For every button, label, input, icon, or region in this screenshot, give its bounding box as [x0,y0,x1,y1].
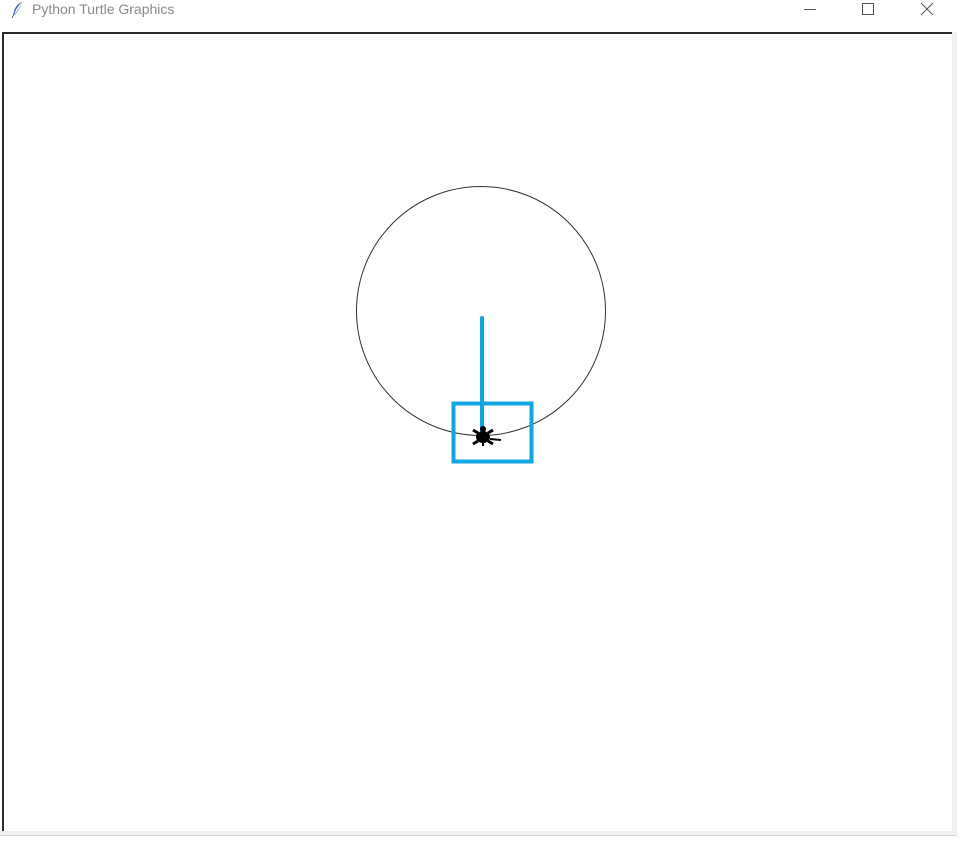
turtle-window: Python Turtle Graphics [0,0,960,843]
taskbar-peek [0,838,960,843]
highlight-box [451,401,534,464]
turtle-icon [472,426,502,446]
canvas-drawing [356,186,606,464]
